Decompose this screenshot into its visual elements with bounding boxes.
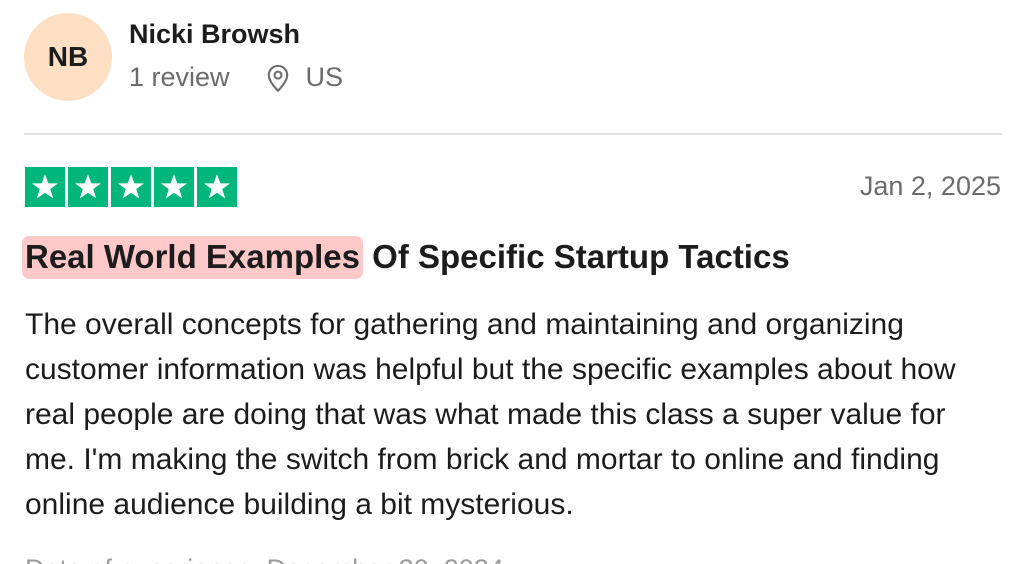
review-card: NB Nicki Browsh 1 review US Jan 2, 2025 … — [0, 0, 1018, 564]
reviewer-location: US — [264, 62, 344, 93]
location-label: US — [305, 62, 344, 92]
map-pin-icon — [267, 64, 288, 92]
reviewer-meta: 1 review US — [129, 62, 343, 93]
title-highlight: Real World Examples — [22, 236, 364, 279]
date-of-experience: Date of experience: December 30, 2024 — [25, 554, 504, 564]
title-rest: Of Specific Startup Tactics — [363, 238, 790, 275]
avatar-initials: NB — [47, 41, 89, 72]
star-icon — [197, 167, 237, 207]
avatar[interactable]: NB — [24, 13, 112, 101]
star-icon — [68, 167, 108, 207]
review-title[interactable]: Real World Examples Of Specific Startup … — [22, 236, 790, 279]
star-icon — [111, 167, 151, 207]
review-body: The overall concepts for gathering and m… — [25, 308, 956, 521]
reviewer-name[interactable]: Nicki Browsh — [129, 19, 300, 50]
review-date: Jan 2, 2025 — [859, 171, 1001, 201]
review-count: 1 review — [129, 62, 230, 92]
star-icon — [25, 167, 65, 207]
divider — [24, 133, 1002, 135]
star-rating — [25, 167, 237, 207]
star-icon — [154, 167, 194, 207]
